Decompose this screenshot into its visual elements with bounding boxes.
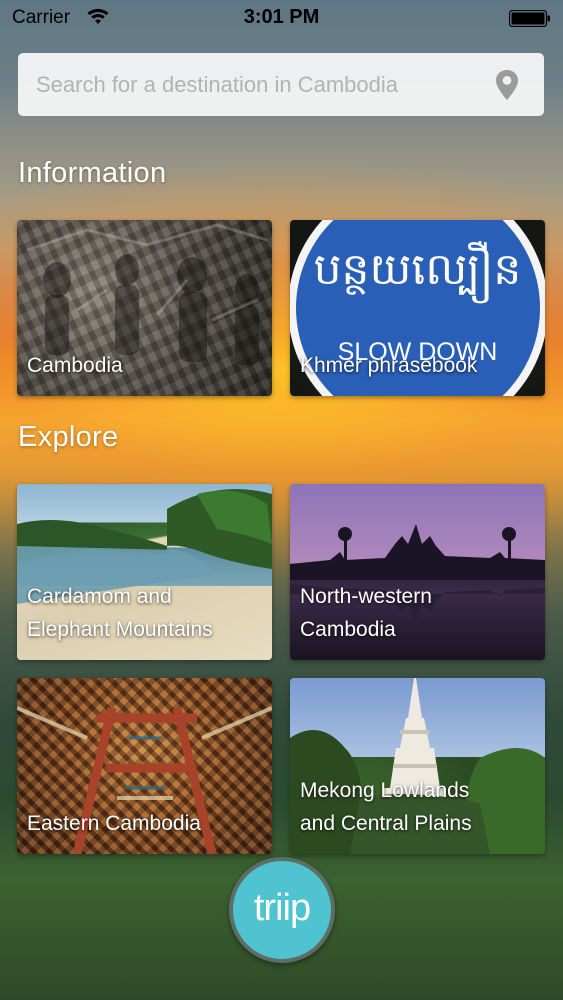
tile-label: Mekong Lowlands and Central Plains	[300, 779, 472, 835]
app-screen: Carrier 3:01 PM Information	[0, 0, 563, 1000]
search-bar[interactable]	[18, 53, 544, 116]
tile-north-western-cambodia[interactable]: North-western Cambodia	[290, 484, 545, 660]
section-header-information: Information	[18, 157, 167, 189]
tile-label: Cambodia	[27, 354, 123, 377]
triip-logo-button[interactable]: triip	[229, 857, 335, 963]
tile-cambodia[interactable]: Cambodia	[17, 220, 272, 396]
triip-logo-text: triip	[253, 886, 311, 929]
search-input[interactable]	[36, 53, 476, 116]
tile-label: Eastern Cambodia	[27, 812, 201, 835]
tile-label: North-western Cambodia	[300, 585, 432, 641]
tile-cardamom-elephant-mountains[interactable]: Cardamom and Elephant Mountains	[17, 484, 272, 660]
tile-label: Cardamom and Elephant Mountains	[27, 585, 213, 641]
section-header-explore: Explore	[18, 421, 119, 453]
status-bar: Carrier 3:01 PM	[0, 0, 563, 38]
sign-khmer-text: បន្ថយល្បឿន	[313, 244, 522, 295]
status-clock: 3:01 PM	[243, 6, 320, 28]
battery-icon	[509, 10, 550, 27]
tile-khmer-phrasebook[interactable]: បន្ថយល្បឿន SLOW DOWN Khmer phrasebook	[290, 220, 545, 396]
tile-eastern-cambodia[interactable]: Eastern Cambodia	[17, 678, 272, 854]
tile-mekong-lowlands-central-plains[interactable]: Mekong Lowlands and Central Plains	[290, 678, 545, 854]
tile-label: Khmer phrasebook	[300, 354, 478, 377]
location-pin-icon[interactable]	[494, 69, 520, 101]
